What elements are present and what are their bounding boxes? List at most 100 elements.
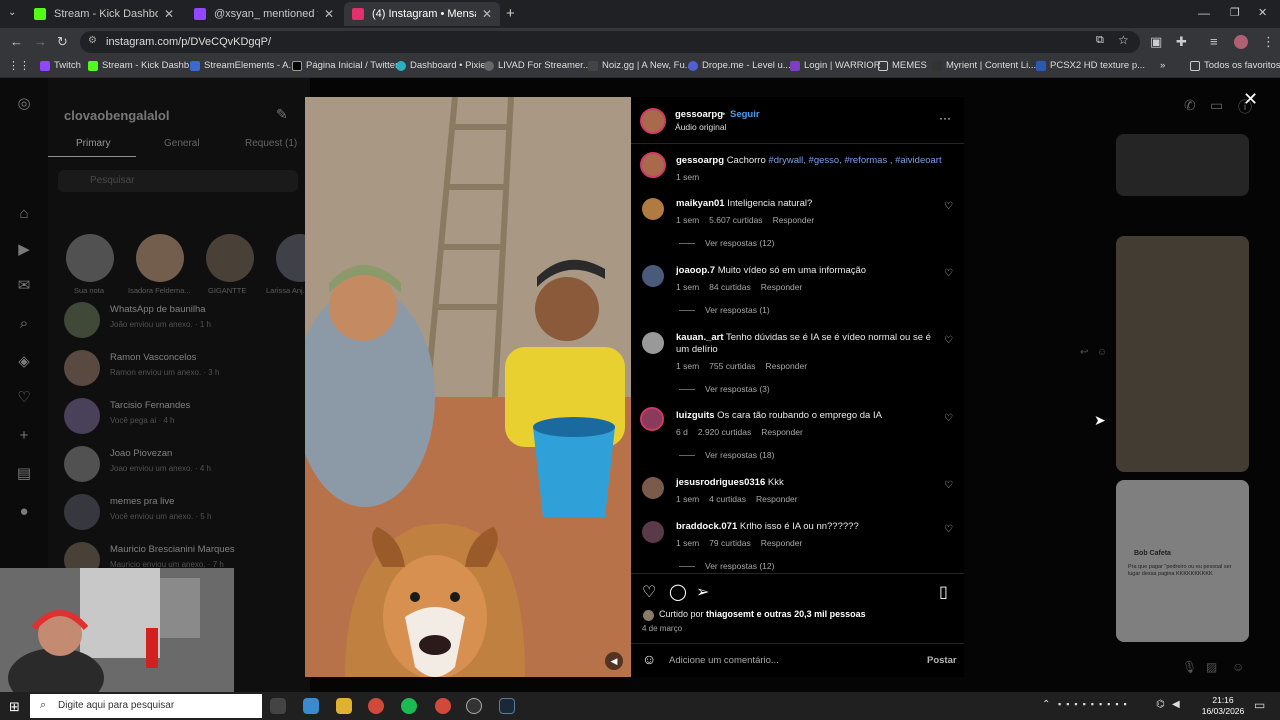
install-icon[interactable]: ⧉ (1096, 34, 1104, 47)
search-icon[interactable]: ⌕ (14, 314, 34, 334)
profile-avatar[interactable] (1234, 35, 1248, 49)
commenter-avatar[interactable] (640, 407, 664, 431)
all-bookmarks[interactable]: Todos os favoritos (1190, 60, 1280, 71)
forward-icon[interactable]: → (34, 34, 47, 49)
like-comment-icon[interactable]: ♡ (944, 413, 953, 424)
menu-icon[interactable]: ⋮ (1262, 34, 1275, 50)
close-tab-icon[interactable]: ✕ (164, 7, 174, 21)
bookmark-streamelements[interactable]: StreamElements - A... (190, 60, 296, 71)
back-icon[interactable]: ← (10, 34, 23, 49)
bookmark-myrient[interactable]: Myrient | Content Li... (932, 60, 1036, 71)
commenter-avatar[interactable] (642, 477, 664, 499)
video-call-icon[interactable]: ▭ (1210, 97, 1223, 114)
bookmark-noiz[interactable]: Noiz.gg | A New, Fu... (588, 60, 693, 71)
bookmark-star-icon[interactable]: ☆ (1118, 33, 1129, 47)
commenter-avatar[interactable] (642, 521, 664, 543)
bookmark-pcsx2[interactable]: PCSX2 HD texture p... (1036, 60, 1145, 71)
bookmark-kick[interactable]: Stream - Kick Dashb... (88, 60, 197, 71)
obs-icon[interactable] (466, 698, 482, 714)
like-comment-icon[interactable]: ♡ (944, 268, 953, 279)
bookmark-twitter[interactable]: Página Inicial / Twitter (292, 60, 398, 71)
puzzle-icon[interactable]: ✚ (1176, 34, 1187, 50)
view-replies-button[interactable]: Ver respostas (1) (679, 305, 770, 315)
conversation-item[interactable]: WhatsApp de baunilha João enviou um anexo… (64, 300, 304, 340)
chrome-active-icon[interactable] (435, 698, 451, 714)
tab-instagram[interactable]: (4) Instagram • Mensagens ✕ (344, 2, 500, 26)
caption-author[interactable]: gessoarpg (676, 155, 724, 166)
share-icon[interactable]: ➢ (696, 582, 709, 602)
bookmark-drope[interactable]: Drope.me - Level u... (688, 60, 791, 71)
commenter-avatar[interactable] (642, 332, 664, 354)
author-avatar[interactable] (640, 152, 666, 178)
restore-icon[interactable]: ❐ (1230, 6, 1240, 19)
mute-icon[interactable]: ◀ (605, 652, 623, 670)
copilot-icon[interactable] (303, 698, 319, 714)
tab-general[interactable]: General (164, 138, 200, 149)
site-info-icon[interactable]: ⚙ (88, 35, 97, 46)
start-icon[interactable]: ⊞ (9, 699, 20, 715)
close-tab-icon[interactable]: ✕ (482, 7, 492, 21)
notification-center-icon[interactable]: ▭ (1254, 698, 1265, 712)
reply-button[interactable]: Responder (765, 361, 807, 371)
commenter-avatar[interactable] (642, 265, 664, 287)
create-icon[interactable]: + (14, 426, 34, 446)
tab-kick-dashboard[interactable]: Stream - Kick Dashboard ✕ (26, 2, 182, 26)
reels-icon[interactable]: ▶ (14, 240, 34, 260)
bookmark-warrior[interactable]: Login | WARRIOR (790, 60, 881, 71)
conversation-item[interactable]: memes pra live Você enviou um anexo. · 5 … (64, 492, 304, 532)
emoji-icon[interactable]: ☺ (642, 651, 656, 667)
reply-icon[interactable]: ↩ (1080, 347, 1088, 358)
view-replies-button[interactable]: Ver respostas (18) (679, 450, 774, 460)
taskbar-search-input[interactable]: ⌕ Digite aqui para pesquisar (30, 694, 262, 718)
tray-chevron-icon[interactable]: ⌃ (1042, 699, 1050, 710)
view-replies-button[interactable]: Ver respostas (12) (679, 561, 774, 571)
commenter-avatar[interactable] (642, 198, 664, 220)
instagram-logo-icon[interactable]: ◎ (14, 94, 34, 114)
like-comment-icon[interactable]: ♡ (944, 524, 953, 535)
story-avatar[interactable] (136, 234, 184, 282)
conversation-item[interactable]: Ramon Vasconcelos Ramon enviou um anexo. … (64, 348, 304, 388)
view-replies-button[interactable]: Ver respostas (3) (679, 384, 770, 394)
chat-media-thumbnail[interactable] (1116, 236, 1249, 472)
sticker-icon[interactable]: ☺ (1232, 660, 1244, 674)
liked-by[interactable]: Curtido por thiagosemt e outras 20,3 mil… (659, 609, 866, 619)
like-comment-icon[interactable]: ♡ (944, 201, 953, 212)
file-explorer-icon[interactable] (336, 698, 352, 714)
more-bookmarks-icon[interactable]: » (1160, 60, 1165, 71)
taskbar-clock[interactable]: 21:16 16/03/2026 (1198, 695, 1248, 717)
tab-request[interactable]: Request (1) (245, 138, 297, 149)
apps-icon[interactable]: ⋮⋮ (8, 59, 30, 72)
spotify-icon[interactable] (401, 698, 417, 714)
steam-icon[interactable] (499, 698, 515, 714)
image-icon[interactable]: ▨ (1206, 660, 1217, 674)
task-view-icon[interactable] (270, 698, 286, 714)
home-icon[interactable]: ⌂ (14, 204, 34, 224)
post-author[interactable]: gessoarpg (675, 109, 723, 120)
new-tab-button[interactable]: + (506, 5, 515, 22)
bookmark-folder-memes[interactable]: MEMES (878, 60, 927, 71)
reply-button[interactable]: Responder (756, 494, 798, 504)
dm-username[interactable]: clovaobengalalol (64, 108, 169, 123)
notifications-icon[interactable]: ♡ (14, 388, 34, 408)
save-icon[interactable]: ▯ (939, 582, 948, 602)
caption-hashtags[interactable]: #drywall, #gesso, #reformas , #aivideoar… (768, 155, 941, 166)
like-comment-icon[interactable]: ♡ (944, 480, 953, 491)
close-tab-icon[interactable]: ✕ (324, 7, 334, 21)
comment-input[interactable]: Adicione um comentário... (669, 655, 779, 666)
bookmark-livad[interactable]: LIVAD For Streamer... (484, 60, 591, 71)
profile-icon[interactable]: ● (14, 502, 34, 522)
reply-button[interactable]: Responder (761, 282, 803, 292)
audio-label[interactable]: Áudio original (675, 122, 727, 132)
conversation-item[interactable]: Joao Piovezan Joao enviou um anexo. · 4 h (64, 444, 304, 484)
messages-icon[interactable]: ✉ (14, 276, 34, 296)
author-avatar[interactable] (640, 108, 666, 134)
tab-search-icon[interactable]: ⌄ (8, 7, 16, 18)
comment-icon[interactable]: ◯ (669, 582, 687, 602)
reply-button[interactable]: Responder (761, 538, 803, 548)
story-avatar[interactable] (66, 234, 114, 282)
follow-button[interactable]: Seguir (730, 109, 760, 120)
dashboard-icon[interactable]: ▤ (14, 464, 34, 484)
bookmark-pixie[interactable]: Dashboard • Pixie (396, 60, 486, 71)
like-icon[interactable]: ♡ (642, 582, 656, 602)
emoji-react-icon[interactable]: ☺ (1097, 347, 1107, 358)
